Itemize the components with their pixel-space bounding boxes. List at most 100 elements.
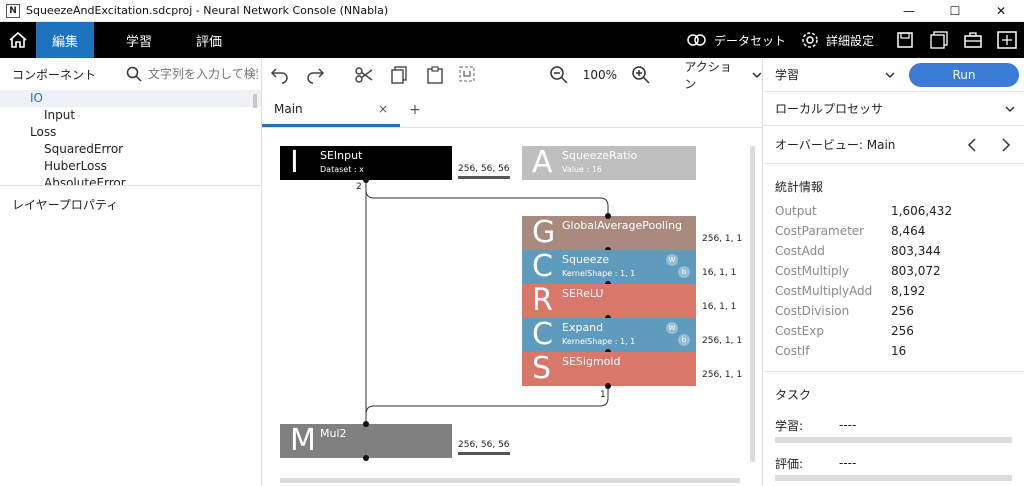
stat-value: 803,072 [891,264,941,278]
shape-gap: 256, 1, 1 [702,234,743,244]
overview-row: オーバービュー: Main [763,126,1024,164]
bias-badge: b [678,266,690,278]
right-panel: 学習 Run ローカルプロセッサ オーバービュー: Main 統計情報 Outp… [762,58,1024,486]
stat-row: Output 1,606,432 [763,201,1024,221]
node-squeezeratio[interactable]: A SqueezeRatio Value : 16 [522,146,696,180]
add-tab-button[interactable]: + [400,93,430,127]
port-seinput-out[interactable] [363,177,369,183]
shape-bar-seinput [458,176,510,179]
task-progress-train [775,437,1012,443]
mode-row: 学習 Run [763,58,1024,92]
settings-button[interactable]: 詳細設定 [800,30,874,50]
task-row-train: 学習: ---- [763,417,1024,433]
stat-row: CostDivision 256 [763,301,1024,321]
toolbox-button[interactable] [956,22,990,58]
cut-button[interactable] [347,58,382,92]
stat-value: 803,344 [891,244,941,258]
mode-select[interactable]: 学習 [775,66,799,83]
undo-button[interactable] [262,58,297,92]
zoom-out-button[interactable] [542,58,577,92]
shape-seinput: 256, 56, 56 [458,164,510,174]
menu-tab-train[interactable]: 学習 [110,22,168,58]
zoom-in-icon [631,66,650,84]
zoom-in-button[interactable] [623,58,658,92]
component-scrollbar[interactable] [253,94,257,108]
node-name: Squeeze [562,253,610,266]
node-letter: S [532,351,552,386]
action-menu[interactable]: アクション [684,58,762,92]
stat-label: Output [775,204,817,218]
port-mul2-in[interactable] [363,421,369,427]
menu-tab-evaluate[interactable]: 評価 [180,22,238,58]
dataset-link-icon [687,34,706,46]
redo-button[interactable] [297,58,332,92]
run-button[interactable]: Run [909,63,1019,87]
overview-label: オーバービュー: Main [775,138,896,152]
dataset-button[interactable]: データセット [686,32,786,49]
component-item-io[interactable]: IO [0,90,261,107]
processor-select[interactable]: ローカルプロセッサ [775,100,883,117]
stat-row: CostIf 16 [763,341,1024,361]
component-item-input[interactable]: Input [0,107,261,124]
fit-window-button[interactable] [990,22,1024,58]
node-name: SEReLU [562,287,604,300]
canvas-vertical-scrollbar[interactable] [750,146,755,462]
shape-bar-mul2 [458,452,510,455]
canvas-horizontal-scrollbar[interactable] [280,478,740,483]
chevron-down-icon[interactable] [885,71,895,79]
shape-squeeze: 16, 1, 1 [702,268,737,278]
component-item-squarederror[interactable]: SquaredError [0,141,261,158]
component-item-huberloss[interactable]: HuberLoss [0,158,261,175]
port-gap-in[interactable] [605,213,611,219]
paste-button[interactable] [417,58,452,92]
minimize-button[interactable]: — [886,0,932,22]
node-name: Mul2 [320,427,347,440]
dataset-label: データセット [713,33,786,48]
fit-window-icon [997,31,1017,49]
stat-row: CostAdd 803,344 [763,241,1024,261]
node-expand[interactable]: C Expand KernelShape : 1, 1 W b [522,318,696,352]
node-gap[interactable]: G GlobalAveragePooling [522,216,696,250]
chevron-left-icon[interactable] [967,138,977,152]
select-unit-button[interactable] [452,58,487,92]
node-serelu[interactable]: R SEReLU [522,284,696,318]
processor-row[interactable]: ローカルプロセッサ [763,92,1024,126]
stat-value: 8,464 [891,224,926,238]
stat-value: 256 [891,304,914,318]
maximize-button[interactable]: ☐ [932,0,978,22]
node-letter: G [532,215,556,250]
shape-expand: 256, 1, 1 [702,336,743,346]
unit-select-icon [459,66,475,82]
copy-button[interactable] [382,58,417,92]
stat-value: 16 [891,344,907,358]
chevron-right-icon[interactable] [1001,138,1011,152]
port-mul2-out[interactable] [363,455,369,461]
node-squeeze[interactable]: C Squeeze KernelShape : 1, 1 W b [522,250,696,284]
task-label: 評価: [775,456,804,471]
menu-tab-edit[interactable]: 編集 [36,22,94,58]
window-title: SqueezeAndExcitation.sdcproj - Neural Ne… [26,4,389,17]
save-icon [897,32,913,48]
node-sesigmoid[interactable]: S SESigmoid [522,352,696,386]
node-seinput[interactable]: I SEInput Dataset : x [280,146,452,180]
task-label: 学習: [775,418,804,433]
edge-sigmoid-to-mul [365,386,609,424]
component-item-loss[interactable]: Loss [0,124,261,141]
close-tab-icon[interactable]: × [378,102,388,116]
tab-main[interactable]: Main × [262,93,400,127]
network-canvas[interactable]: I SEInput Dataset : x 256, 56, 56 2 A Sq… [262,128,762,486]
chevron-down-icon[interactable] [1005,105,1015,113]
save-as-button[interactable] [922,22,956,58]
port-sesigmoid-out[interactable] [605,383,611,389]
component-search-input[interactable] [148,67,259,81]
save-button[interactable] [888,22,922,58]
left-panel: コンポーネント IO Input Loss SquaredError Huber… [0,58,262,486]
edit-toolbar: 100% アクション [262,58,762,92]
home-button[interactable] [0,22,36,58]
close-window-button[interactable]: ✕ [978,0,1024,22]
node-mul2[interactable]: M Mul2 [280,424,452,458]
component-item-absoluteerror[interactable]: AbsoluteError [0,175,261,185]
shape-sesigmoid: 256, 1, 1 [702,370,743,380]
stat-label: CostAdd [775,244,825,258]
clipboard-icon [426,66,443,84]
